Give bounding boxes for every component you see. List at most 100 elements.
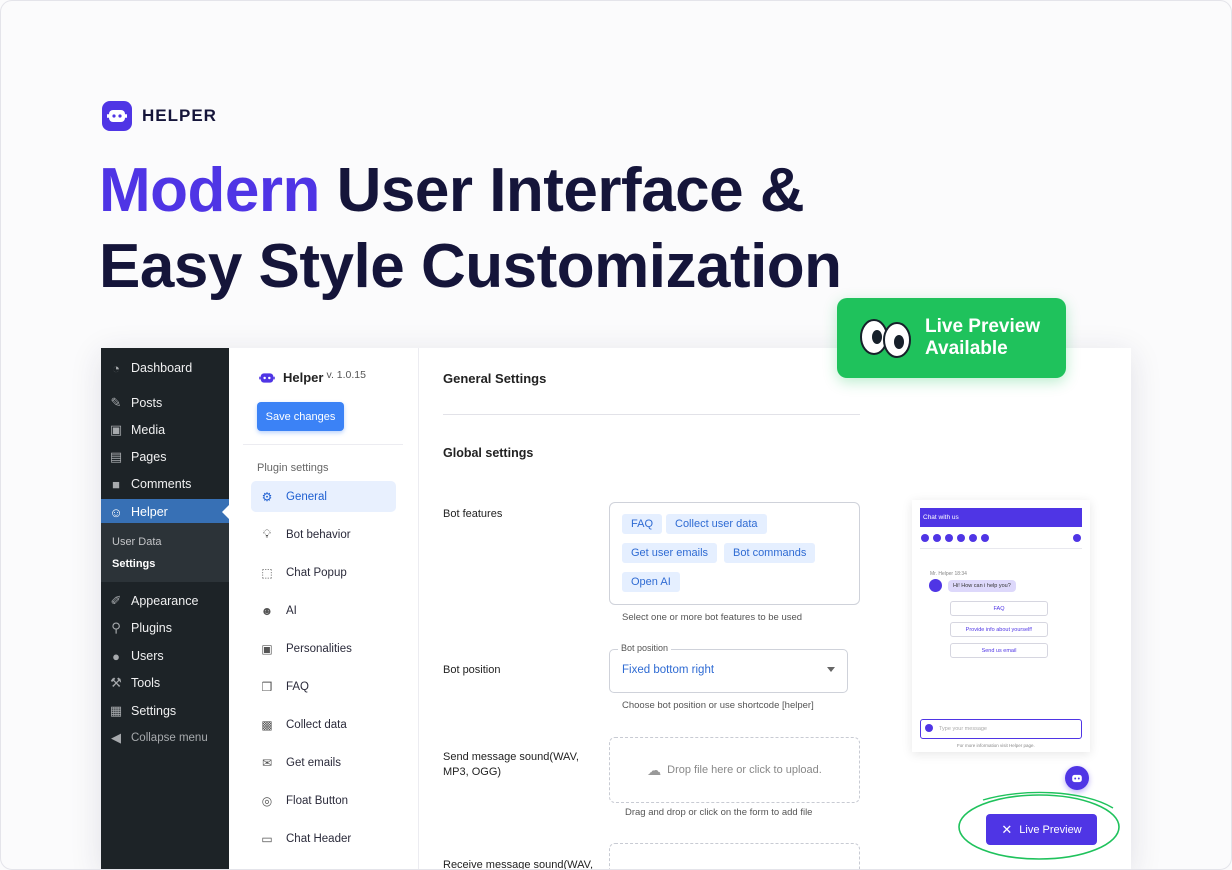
live-preview-label: Live Preview (1019, 823, 1082, 836)
sidebar-item-dashboard[interactable]: ◔ Dashboard (101, 355, 229, 381)
promo-frame: HELPER Modern User Interface & Easy Styl… (0, 0, 1232, 870)
headline-line1: User Interface & (319, 156, 805, 225)
sidebar-item-comments[interactable]: ■ Comments (101, 471, 229, 497)
email-icon[interactable] (945, 534, 953, 542)
chat-social-icons (921, 534, 1081, 542)
nav-item-collect-data[interactable]: ▩ Collect data (251, 709, 396, 740)
dropzone-text: Drop file here or click to upload. (667, 764, 822, 776)
plugin-version: v. 1.0.15 (326, 368, 366, 381)
badge-line1: Live Preview (925, 316, 1041, 337)
close-icon: ✕ (1001, 821, 1013, 837)
sidebar-item-settings[interactable]: ▦ Settings (101, 698, 229, 724)
chat-option-faq[interactable]: FAQ (950, 601, 1048, 616)
page-title: General Settings (443, 371, 547, 386)
collapse-menu[interactable]: ◀ Collapse menu (101, 725, 229, 751)
bot-features-multiselect[interactable]: FAQ Collect user data Get user emails Bo… (609, 502, 860, 605)
headline-accent: Modern (99, 156, 320, 225)
sidebar-item-appearance[interactable]: ✐ Appearance (101, 588, 229, 614)
plugin-header: Helper v. 1.0.15 (259, 368, 366, 385)
telegram-icon[interactable] (981, 534, 989, 542)
submenu-user-data[interactable]: User Data (112, 536, 162, 548)
cloud-icon: ☁ (647, 761, 662, 778)
receive-sound-dropzone[interactable] (609, 843, 860, 869)
chip-faq[interactable]: FAQ (622, 514, 663, 534)
divider (443, 414, 860, 415)
nav-item-float-button[interactable]: ◎ Float Button (251, 785, 396, 816)
send-sound-dropzone[interactable]: ☁ Drop file here or click to upload. (609, 737, 860, 803)
info-icon[interactable] (921, 534, 929, 542)
brush-icon: ✐ (110, 593, 122, 608)
wrench-icon: ⚒ (110, 675, 122, 690)
sidebar-item-users[interactable]: ● Users (101, 643, 229, 669)
chip-collect-user-data[interactable]: Collect user data (666, 514, 767, 534)
quiz-icon: ❒ (261, 679, 273, 694)
gear-icon: ⚙ (261, 489, 273, 504)
plug-icon: ⚲ (111, 620, 121, 635)
bot-position-helper: Choose bot position or use shortcode [he… (622, 700, 814, 711)
sliders-icon: ▦ (109, 703, 123, 718)
plugin-settings-nav: Helper v. 1.0.15 Save changes Plugin set… (229, 348, 419, 869)
nav-item-faq[interactable]: ❒ FAQ (251, 671, 396, 702)
nav-item-bot-behavior[interactable]: 💡︎ Bot behavior (251, 519, 396, 550)
bot-icon (1072, 774, 1082, 782)
nav-item-chat-popup[interactable]: ⬚ Chat Popup (251, 557, 396, 588)
link-icon[interactable] (933, 534, 941, 542)
plugin-title: Helper (283, 370, 324, 385)
page-headline: Modern User Interface & Easy Style Custo… (99, 153, 842, 305)
bot-position-value: Fixed bottom right (622, 664, 715, 676)
bot-icon: ☺ (109, 504, 123, 520)
bot-features-label: Bot features (443, 508, 503, 520)
badge-line2: Available (925, 338, 1008, 359)
phone-icon[interactable] (957, 534, 965, 542)
sidebar-item-plugins[interactable]: ⚲ Plugins (101, 615, 229, 641)
save-icon: ▩ (261, 717, 273, 732)
robot-icon: ☻ (260, 603, 274, 618)
pages-icon: ▤ (109, 449, 123, 464)
chat-option-send-email[interactable]: Send us email (950, 643, 1048, 658)
nav-item-personalities[interactable]: ▣ Personalities (251, 633, 396, 664)
chip-open-ai[interactable]: Open AI (622, 572, 680, 592)
nav-item-general[interactable]: ⚙ General (251, 481, 396, 512)
submenu-settings[interactable]: Settings (112, 558, 155, 570)
save-changes-button[interactable]: Save changes (257, 402, 344, 431)
sidebar-item-pages[interactable]: ▤ Pages (101, 444, 229, 470)
headline-line2: Easy Style Customization (99, 232, 842, 301)
plugin-settings-heading: Plugin settings (257, 462, 329, 474)
sidebar-item-media[interactable]: ▣ Media (101, 417, 229, 443)
admin-screenshot: ◔ Dashboard ✎ Posts ▣ Media ▤ Pages ■ Comment… (101, 348, 1131, 869)
chat-option-provide-info[interactable]: Provide info about yourself! (950, 622, 1048, 637)
sidebar-item-tools[interactable]: ⚒ Tools (101, 670, 229, 696)
send-sound-helper: Drag and drop or click on the form to ad… (625, 807, 813, 818)
chat-message-meta: Mr. Helper 18:34 (930, 571, 967, 577)
helper-logo-icon (102, 101, 132, 131)
popup-icon: ⬚ (261, 565, 273, 580)
chat-preview-widget: Chat with us Mr. Helper 18:34 Hi! How ca… (912, 500, 1090, 752)
divider (243, 444, 403, 445)
id-card-icon: ▣ (261, 641, 273, 656)
comment-icon: ■ (112, 476, 120, 492)
eyes-icon (860, 319, 911, 358)
live-preview-badge: Live Preview Available (837, 298, 1066, 378)
float-chat-button[interactable] (1065, 766, 1089, 790)
sidebar-item-posts[interactable]: ✎ Posts (101, 390, 229, 416)
chat-message-input[interactable]: Type your message (920, 719, 1082, 739)
nav-item-get-emails[interactable]: ✉ Get emails (251, 747, 396, 778)
dashboard-icon: ◔ (112, 360, 120, 376)
nav-item-chat-header[interactable]: ▭ Chat Header (251, 823, 396, 854)
helper-logo-icon (259, 372, 275, 383)
nav-item-ai[interactable]: ☻ AI (251, 595, 396, 626)
emoji-icon[interactable] (925, 724, 933, 732)
divider (920, 548, 1082, 549)
window-icon: ▭ (261, 831, 273, 846)
facebook-icon[interactable] (969, 534, 977, 542)
helper-submenu: User Data Settings (101, 523, 229, 582)
chip-get-user-emails[interactable]: Get user emails (622, 543, 718, 563)
close-icon[interactable] (1073, 534, 1081, 542)
bot-position-legend: Bot position (618, 643, 672, 653)
live-preview-button[interactable]: ✕ Live Preview (986, 814, 1097, 845)
bot-position-label: Bot position (443, 664, 501, 676)
chevron-down-icon (827, 667, 835, 672)
sidebar-item-helper[interactable]: ☺ Helper (101, 499, 229, 525)
chip-bot-commands[interactable]: Bot commands (724, 543, 816, 563)
tap-icon: ◎ (261, 793, 273, 808)
